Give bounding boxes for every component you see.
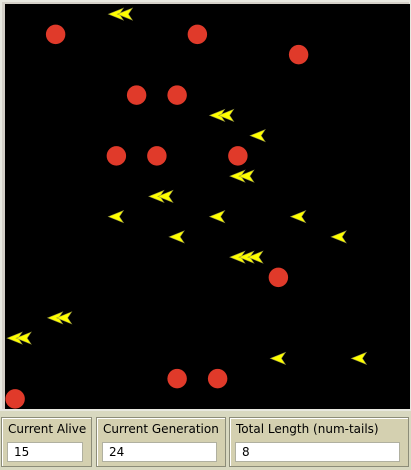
food-pellet — [147, 146, 167, 166]
arrow-snake — [168, 230, 185, 244]
food-pellet — [106, 146, 127, 166]
monitor-current-alive: Current Alive 15 — [1, 417, 92, 467]
arrow-snake — [148, 189, 174, 204]
monitor-label: Current Alive — [8, 422, 87, 436]
arrow-segment — [350, 351, 368, 366]
arrow-snake — [208, 108, 235, 123]
arrow-segment — [330, 230, 347, 244]
arrow-snake — [249, 128, 266, 143]
monitor-value: 24 — [102, 442, 217, 462]
monitor-label: Total Length (num-tails) — [236, 422, 379, 436]
arrow-snake — [350, 351, 368, 366]
monitor-value: 8 — [235, 442, 400, 462]
world-canvas — [5, 7, 368, 409]
monitor-current-generation: Current Generation 24 — [96, 417, 226, 467]
food-pellet — [167, 85, 187, 105]
arrow-segment — [289, 209, 307, 224]
food-pellet — [5, 389, 25, 409]
monitor-value: 15 — [7, 442, 83, 462]
food-pellet — [126, 85, 147, 105]
arrow-segment — [208, 209, 226, 224]
arrow-segment — [249, 128, 266, 143]
game-world[interactable] — [5, 4, 410, 409]
arrow-snake — [269, 351, 287, 366]
food-pellet — [268, 267, 289, 288]
food-pellet — [228, 146, 248, 166]
monitor-label: Current Generation — [103, 422, 219, 436]
arrow-snake — [330, 230, 347, 244]
arrow-snake — [289, 209, 307, 224]
food-pellet — [288, 44, 309, 65]
food-pellet — [167, 368, 187, 389]
arrow-snake — [229, 250, 264, 264]
arrow-snake — [107, 209, 125, 224]
food-pellet — [187, 24, 208, 45]
arrow-snake — [208, 209, 226, 224]
world-frame — [0, 0, 411, 411]
food-pellet — [207, 368, 228, 389]
arrow-snake — [229, 169, 255, 183]
arrow-segment — [107, 209, 125, 224]
food-pellet — [45, 24, 66, 45]
arrow-snake — [46, 311, 73, 325]
arrow-snake — [6, 331, 32, 345]
monitor-total-length: Total Length (num-tails) 8 — [229, 417, 409, 467]
arrow-segment — [168, 230, 185, 244]
arrow-segment — [269, 351, 287, 366]
arrow-snake — [107, 7, 134, 21]
